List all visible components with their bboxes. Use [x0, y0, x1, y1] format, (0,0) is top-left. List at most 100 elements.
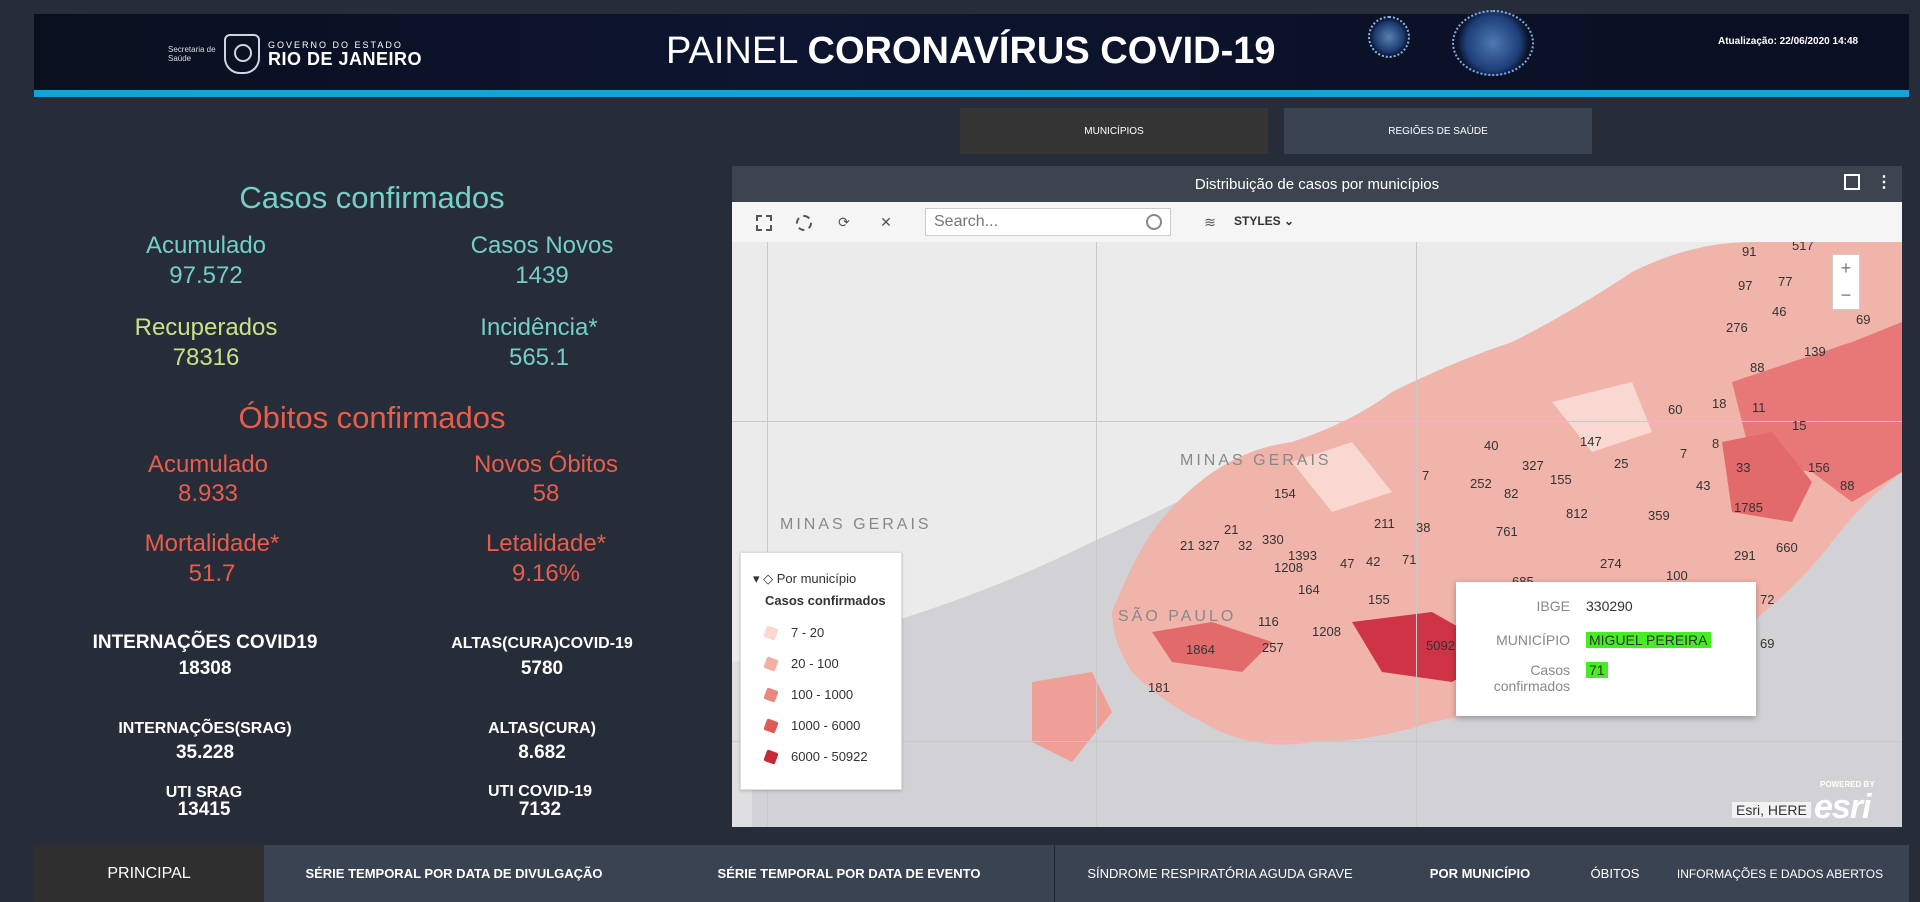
municipality-value: 72	[1760, 592, 1775, 607]
legend-item-label: 7 - 20	[791, 625, 825, 640]
map-title-text: Distribuição de casos por municípios	[1194, 175, 1440, 193]
state-label: SÃO PAULO	[1118, 608, 1237, 625]
municipality-value: 116	[1258, 614, 1279, 629]
legend-swatch	[763, 686, 779, 703]
mortality-label: Mortalidade*	[144, 530, 280, 557]
nav-principal[interactable]: PRINCIPAL	[34, 845, 264, 902]
map-legend: ▾ ◇ Por município Casos confirmados 7 - …	[740, 552, 902, 790]
municipality-popup[interactable]: IBGE 330290 MUNICÍPIO MIGUEL PEREIRA Cas…	[1456, 582, 1756, 716]
altas-covid-label: ALTAS(CURA)COVID-19	[451, 635, 633, 652]
mortality-value: 51.7	[188, 560, 236, 587]
municipality-value: 69	[1856, 312, 1871, 327]
municipality-value: 88	[1840, 478, 1855, 493]
legend-item: 7 - 20	[763, 624, 825, 641]
cases-accumulated-label: Acumulado	[145, 232, 267, 259]
municipality-value: 812	[1566, 506, 1588, 521]
municipality-value: 156	[1808, 460, 1830, 475]
municipality-value: 330	[1262, 532, 1284, 547]
municipality-value: 69	[1760, 636, 1775, 651]
map-attribution: Esri, HERE	[1732, 802, 1811, 818]
casos-label-1: Casos	[1530, 662, 1570, 678]
legend-item: 6000 - 50922	[763, 748, 868, 765]
municipality-value: 1785	[1734, 500, 1763, 515]
municipality-value: 7	[1422, 468, 1430, 483]
more-options-icon[interactable]: ⋮	[1876, 172, 1892, 192]
municipality-value: 42	[1366, 554, 1381, 569]
layers-icon[interactable]: ≋	[1202, 214, 1218, 230]
nav-por-municipio[interactable]: POR MUNICÍPIO	[1385, 845, 1575, 902]
header-stripe	[34, 90, 1909, 97]
recovered-value: 78316	[172, 344, 240, 371]
legend-swatch	[763, 624, 779, 641]
clear-selection-icon[interactable]: ✕	[878, 214, 894, 230]
municipality-value: 18	[1712, 396, 1727, 411]
styles-dropdown[interactable]: STYLES ⌄	[1234, 214, 1294, 228]
cases-accumulated-value: 97.572	[169, 262, 243, 289]
map-panel[interactable]: Distribuição de casos por municípios ⋮ M…	[732, 166, 1902, 827]
casos-value: 71	[1586, 662, 1608, 678]
page-title: PAINEL CORONAVÍRUS COVID-19	[666, 30, 1276, 73]
municipality-value: 11	[1752, 400, 1766, 415]
municipality-value: 60	[1668, 402, 1683, 417]
coat-of-arms-icon	[224, 34, 260, 74]
lasso-select-icon[interactable]: ⟳	[836, 214, 852, 230]
municipality-value: 359	[1648, 508, 1670, 523]
nav-serie-evento[interactable]: SÉRIE TEMPORAL POR DATA DE EVENTO	[644, 845, 1054, 902]
title-bold: CORONAVÍRUS COVID-19	[807, 30, 1276, 72]
gridline	[1096, 242, 1097, 827]
search-icon[interactable]	[1146, 214, 1162, 230]
incidence-label: Incidência*	[480, 314, 598, 341]
nav-informacoes[interactable]: INFORMAÇÕES E DADOS ABERTOS	[1655, 845, 1905, 902]
municipality-value: 5092	[1426, 638, 1455, 653]
municipality-value: 40	[1484, 438, 1499, 453]
municipality-value: 274	[1600, 556, 1622, 571]
circle-select-icon[interactable]	[796, 215, 812, 231]
legend-item-label: 1000 - 6000	[791, 718, 861, 733]
virus-icon	[1368, 16, 1410, 58]
tab-municipios[interactable]: MUNICÍPIOS	[960, 108, 1268, 154]
municipality-value: 47	[1340, 556, 1355, 571]
legend-subtitle: Casos confirmados	[765, 593, 886, 608]
ibge-label: IBGE	[1536, 598, 1570, 614]
styles-label: STYLES	[1234, 214, 1281, 228]
municipality-value: 7	[1680, 446, 1688, 461]
zoom-in-button[interactable]: +	[1833, 255, 1859, 282]
municipality-value: 77	[1778, 274, 1793, 289]
nav-serie-divulgacao[interactable]: SÉRIE TEMPORAL POR DATA DE DIVULGAÇÃO	[264, 845, 644, 902]
altas-value: 8.682	[518, 742, 566, 763]
municipality-value: 327	[1522, 458, 1544, 473]
tab-regioes-de-saude[interactable]: REGIÕES DE SAÚDE	[1284, 108, 1592, 154]
lethality-value: 9.16%	[511, 560, 581, 587]
gridline	[732, 421, 1902, 422]
municipality-value: 33	[1736, 460, 1751, 475]
municipality-value: 46	[1772, 304, 1787, 319]
municipality-value: 21	[1180, 538, 1195, 553]
government-logo: Secretaria de Saúde GOVERNO DO ESTADO RI…	[168, 34, 422, 74]
nav-obitos[interactable]: ÓBITOS	[1575, 845, 1655, 902]
municipio-value: MIGUEL PEREIRA	[1586, 632, 1711, 648]
municipality-value: 660	[1776, 540, 1798, 555]
legend-swatch	[763, 655, 779, 672]
municipality-value: 88	[1750, 360, 1765, 375]
municipality-value: 257	[1262, 640, 1284, 655]
map-title: Distribuição de casos por municípios ⋮	[732, 166, 1902, 202]
municipality-value: 38	[1416, 520, 1431, 535]
map-search-input[interactable]	[925, 208, 1171, 236]
ibge-value: 330290	[1586, 598, 1633, 614]
expand-icon[interactable]	[1844, 174, 1860, 190]
municipality-value: 761	[1496, 524, 1518, 539]
legend-item: 100 - 1000	[763, 686, 854, 703]
municipality-value: 155	[1550, 472, 1572, 487]
legend-item-label: 100 - 1000	[791, 687, 854, 702]
legend-title-text: Por município	[776, 571, 857, 586]
update-timestamp: Atualização: 22/06/2020 14:48	[1718, 36, 1859, 47]
rectangle-select-icon[interactable]	[756, 215, 772, 231]
legend-swatch	[763, 717, 779, 734]
deaths-new-label: Novos Óbitos	[473, 451, 619, 478]
deaths-accumulated-value: 8.933	[177, 480, 239, 507]
logo-secretaria-text: Secretaria de Saúde	[168, 45, 216, 63]
zoom-out-button[interactable]: −	[1833, 282, 1859, 309]
cases-heading: Casos confirmados	[239, 180, 505, 215]
nav-srag[interactable]: SÍNDROME RESPIRATÓRIA AGUDA GRAVE	[1055, 845, 1385, 902]
legend-title[interactable]: ▾ ◇ Por município	[753, 571, 856, 587]
